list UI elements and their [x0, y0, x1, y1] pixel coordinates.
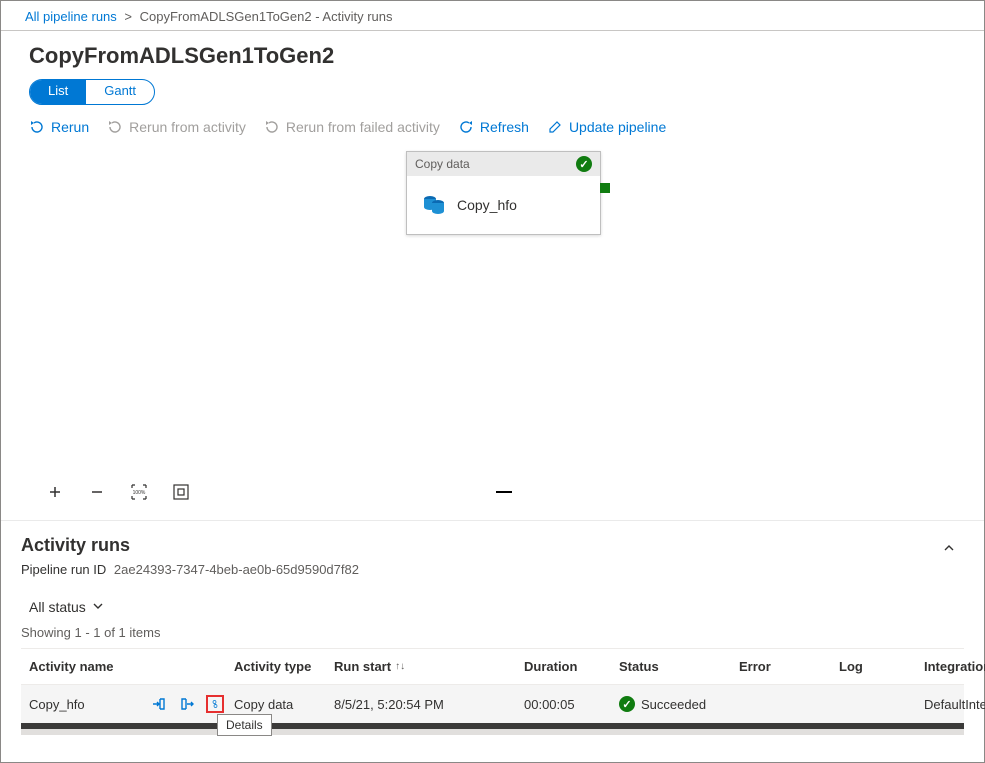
status-text: Succeeded [641, 697, 706, 712]
output-icon[interactable] [178, 695, 196, 713]
col-duration[interactable]: Duration [524, 659, 619, 674]
details-icon[interactable] [206, 695, 224, 713]
edit-icon [547, 119, 563, 135]
details-tooltip: Details [217, 714, 272, 736]
refresh-label: Refresh [480, 119, 529, 135]
activity-node-header: Copy data ✓ [407, 152, 600, 176]
rerun-from-failed-button: Rerun from failed activity [264, 119, 440, 135]
table-row[interactable]: Copy_hfo Copy data 8/5/21, 5:20:54 PM 00… [21, 685, 964, 729]
col-integration[interactable]: Integration r [924, 659, 985, 674]
rerun-from-failed-label: Rerun from failed activity [286, 119, 440, 135]
breadcrumb-root-link[interactable]: All pipeline runs [25, 9, 117, 24]
view-toggle-gantt[interactable]: Gantt [86, 80, 154, 104]
sort-icon: ↑↓ [395, 663, 405, 671]
activity-runs-title: Activity runs [21, 535, 964, 556]
update-pipeline-button[interactable]: Update pipeline [547, 119, 666, 135]
refresh-button[interactable]: Refresh [458, 119, 529, 135]
input-icon[interactable] [150, 695, 168, 713]
status-filter[interactable]: All status [21, 599, 104, 615]
zoom-in-button[interactable] [45, 482, 65, 502]
view-toggle: List Gantt [29, 79, 155, 105]
zoom-fit-button[interactable] [171, 482, 191, 502]
table-header: Activity name Activity type Run start ↑↓… [21, 648, 964, 685]
activity-node-type: Copy data [415, 157, 470, 171]
col-run-start[interactable]: Run start ↑↓ [334, 659, 524, 674]
results-count: Showing 1 - 1 of 1 items [21, 625, 964, 640]
success-icon: ✓ [576, 156, 592, 172]
status-filter-label: All status [29, 599, 86, 615]
refresh-icon [458, 119, 474, 135]
col-status[interactable]: Status [619, 659, 739, 674]
cell-activity-type: Copy data [234, 697, 334, 712]
breadcrumb-separator: > [120, 9, 136, 24]
pipeline-run-id-value: 2ae24393-7347-4beb-ae0b-65d9590d7f82 [114, 562, 359, 577]
activity-name-text: Copy_hfo [29, 697, 85, 712]
rerun-label: Rerun [51, 119, 89, 135]
row-actions [150, 695, 234, 713]
horizontal-scrollbar[interactable] [21, 729, 964, 735]
rerun-from-activity-button: Rerun from activity [107, 119, 246, 135]
cell-status: ✓ Succeeded [619, 696, 739, 712]
svg-text:100%: 100% [133, 490, 146, 496]
cell-run-start: 8/5/21, 5:20:54 PM [334, 697, 524, 712]
rerun-from-activity-label: Rerun from activity [129, 119, 246, 135]
rerun-activity-icon [107, 119, 123, 135]
node-output-connector[interactable] [600, 183, 610, 193]
breadcrumb-current: CopyFromADLSGen1ToGen2 - Activity runs [140, 9, 393, 24]
cell-duration: 00:00:05 [524, 697, 619, 712]
pipeline-run-id-label: Pipeline run ID [21, 562, 106, 577]
activity-runs-panel: Activity runs Pipeline run ID 2ae24393-7… [1, 521, 984, 745]
pipeline-run-id: Pipeline run ID 2ae24393-7347-4beb-ae0b-… [21, 562, 964, 577]
zoom-out-button[interactable] [87, 482, 107, 502]
rerun-button[interactable]: Rerun [29, 119, 89, 135]
col-activity-type[interactable]: Activity type [234, 659, 334, 674]
page-title: CopyFromADLSGen1ToGen2 [1, 31, 984, 79]
col-error[interactable]: Error [739, 659, 839, 674]
col-activity-name[interactable]: Activity name [29, 659, 234, 674]
breadcrumb: All pipeline runs > CopyFromADLSGen1ToGe… [1, 1, 984, 31]
col-run-start-label: Run start [334, 659, 391, 674]
zoom-reset-button[interactable]: 100% [129, 482, 149, 502]
success-icon: ✓ [619, 696, 635, 712]
database-icon [421, 192, 447, 218]
toolbar: Rerun Rerun from activity Rerun from fai… [1, 115, 984, 145]
activity-runs-table: Activity name Activity type Run start ↑↓… [21, 648, 964, 735]
zoom-controls: 100% [1, 480, 984, 516]
activity-node-body: Copy_hfo [407, 176, 600, 234]
activity-node-name: Copy_hfo [457, 197, 517, 213]
chevron-down-icon [92, 599, 104, 615]
pipeline-canvas[interactable]: Copy data ✓ Copy_hfo [1, 145, 984, 480]
update-pipeline-label: Update pipeline [569, 119, 666, 135]
rerun-icon [29, 119, 45, 135]
col-log[interactable]: Log [839, 659, 924, 674]
collapse-toggle[interactable] [942, 541, 956, 558]
rerun-failed-icon [264, 119, 280, 135]
view-toggle-list[interactable]: List [30, 80, 86, 104]
resize-handle[interactable] [496, 491, 512, 495]
activity-node[interactable]: Copy data ✓ Copy_hfo [406, 151, 601, 235]
cell-integration: DefaultInteg [924, 697, 985, 712]
cell-activity-name: Copy_hfo [29, 695, 234, 713]
